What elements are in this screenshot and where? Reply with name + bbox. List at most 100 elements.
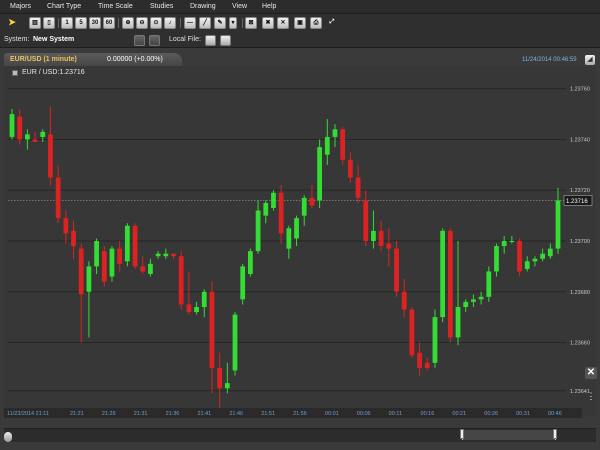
candle — [132, 223, 138, 269]
candle — [409, 307, 415, 358]
x-tick-label: 21:46 — [229, 411, 243, 417]
navigator-right-handle[interactable] — [553, 429, 557, 439]
candle-body — [17, 116, 23, 140]
candle — [324, 119, 330, 165]
candle-body — [248, 251, 253, 274]
candle-body — [240, 266, 246, 300]
candle — [332, 124, 338, 148]
candle-body — [332, 129, 338, 137]
x-tick-label: 00:26 — [484, 411, 498, 417]
candle-body — [432, 317, 438, 363]
candle — [455, 241, 461, 346]
candle — [17, 109, 23, 145]
candle — [71, 220, 76, 259]
candle — [217, 352, 223, 409]
candle — [171, 253, 176, 259]
candle-body — [186, 304, 192, 313]
candle-body — [78, 248, 84, 295]
candle-body — [486, 271, 492, 297]
candle — [386, 228, 392, 267]
candle-body — [463, 301, 469, 307]
candle-body — [455, 307, 461, 338]
candle-body — [309, 197, 315, 206]
navigator-left-handle[interactable] — [460, 429, 464, 439]
candle — [32, 131, 38, 142]
candle-body — [417, 352, 422, 368]
candle-body — [124, 225, 130, 262]
candle — [463, 299, 469, 313]
candle-body — [324, 136, 330, 155]
candle — [124, 223, 130, 267]
candle-body — [63, 218, 69, 234]
y-tick-label: 1.23740 — [570, 137, 590, 143]
candle — [271, 190, 276, 211]
candle — [63, 210, 69, 244]
candle-body — [278, 192, 284, 234]
candle-body — [163, 253, 169, 257]
candle — [248, 248, 253, 277]
candle-body — [524, 261, 530, 269]
candle-body — [532, 258, 538, 262]
candle — [347, 152, 353, 183]
candle-body — [132, 225, 138, 267]
x-tick-label: 00:11 — [389, 411, 402, 417]
candlestick-chart[interactable]: 1.23760 1.23740 1.23720 1.23700 1.23680 1.236… — [0, 0, 600, 450]
candle-body — [294, 218, 299, 239]
candle-body — [71, 230, 76, 247]
candle — [363, 190, 369, 247]
candle — [394, 241, 399, 297]
candle — [378, 220, 384, 252]
candle-body — [517, 241, 522, 272]
candle-body — [9, 114, 15, 137]
candle — [163, 248, 169, 259]
candle-body — [155, 253, 161, 257]
candle-body — [94, 241, 99, 267]
candle — [148, 258, 153, 277]
candle-body — [109, 248, 115, 277]
candle — [301, 195, 307, 226]
x-tick-label: 21:36 — [166, 411, 180, 417]
candle — [447, 228, 453, 343]
candle-body — [317, 147, 322, 201]
candle — [86, 261, 92, 338]
candle-body — [55, 177, 61, 219]
candle-body — [255, 210, 261, 252]
candle — [540, 248, 546, 262]
x-tick-label: 21:21 — [70, 411, 84, 417]
candle — [9, 109, 15, 140]
navigator-window[interactable] — [462, 430, 556, 440]
x-tick-label: 00:46 — [548, 411, 562, 417]
candle — [78, 243, 84, 343]
candle-body — [401, 291, 407, 310]
candle-body — [224, 383, 230, 389]
candle-body — [363, 200, 369, 241]
current-price-label: 1.23716 — [566, 199, 588, 205]
candle — [109, 246, 115, 282]
candle — [494, 243, 499, 277]
more-options-icon[interactable]: ⋮ — [585, 390, 597, 402]
candle-body — [209, 291, 215, 368]
close-panel-icon[interactable]: ✕ — [585, 367, 597, 379]
x-tick-label: 00:31 — [516, 411, 530, 417]
navigator-scroll-knob[interactable] — [4, 432, 12, 442]
candle-body — [347, 159, 353, 178]
x-tick-label: 11/23/2014 21:11 — [7, 411, 49, 417]
candle-body — [217, 367, 223, 389]
candle — [524, 256, 530, 272]
candle-body — [194, 307, 199, 313]
candle — [201, 289, 207, 318]
candle — [486, 266, 492, 302]
candle — [317, 139, 322, 208]
candle-body — [140, 266, 146, 272]
y-tick-label: 1.23680 — [570, 290, 590, 296]
candle — [194, 301, 199, 315]
candle-body — [40, 131, 46, 137]
y-tick-label: 1.23660 — [570, 341, 590, 347]
candle-body — [440, 230, 446, 318]
y-tick-label: 1.23760 — [570, 87, 590, 93]
candle-body — [271, 192, 276, 208]
candle — [255, 200, 261, 254]
candle — [440, 228, 446, 323]
x-tick-label: 21:26 — [102, 411, 116, 417]
candle-body — [540, 253, 546, 259]
